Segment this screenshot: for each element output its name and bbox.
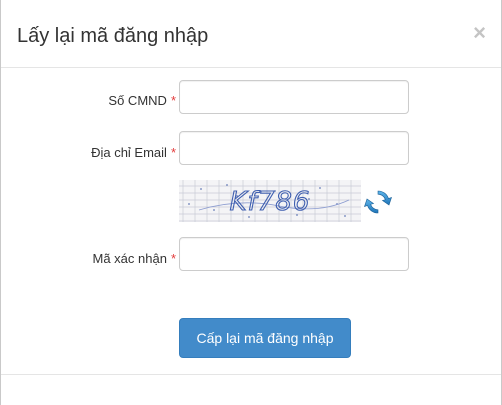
dialog-title: Lấy lại mã đăng nhập bbox=[17, 25, 209, 47]
footer-divider bbox=[1, 374, 501, 375]
refresh-icon[interactable] bbox=[363, 187, 393, 217]
captcha-text: Kf786 bbox=[230, 187, 311, 217]
email-label: Địa chỉ Email * bbox=[6, 144, 176, 162]
cmnd-label-text: Số CMND bbox=[108, 93, 167, 108]
email-input[interactable] bbox=[179, 131, 409, 165]
captcha-image: Kf786 bbox=[179, 180, 361, 222]
captcha-label: Mã xác nhận * bbox=[6, 250, 177, 268]
cmnd-input[interactable] bbox=[179, 80, 409, 114]
captcha-input[interactable] bbox=[179, 237, 409, 271]
captcha-label-text: Mã xác nhận bbox=[92, 251, 167, 266]
cmnd-label: Số CMND * bbox=[6, 92, 176, 110]
recover-login-dialog: Lấy lại mã đăng nhập × Số CMND * Địa chỉ … bbox=[0, 0, 502, 405]
required-mark: * bbox=[170, 251, 176, 266]
submit-button[interactable]: Cấp lại mã đăng nhập bbox=[179, 318, 351, 358]
close-button[interactable]: × bbox=[473, 22, 486, 44]
required-mark: * bbox=[170, 93, 176, 108]
dialog-header: Lấy lại mã đăng nhập × bbox=[1, 0, 501, 68]
email-label-text: Địa chỉ Email bbox=[91, 145, 167, 160]
required-mark: * bbox=[170, 145, 176, 160]
